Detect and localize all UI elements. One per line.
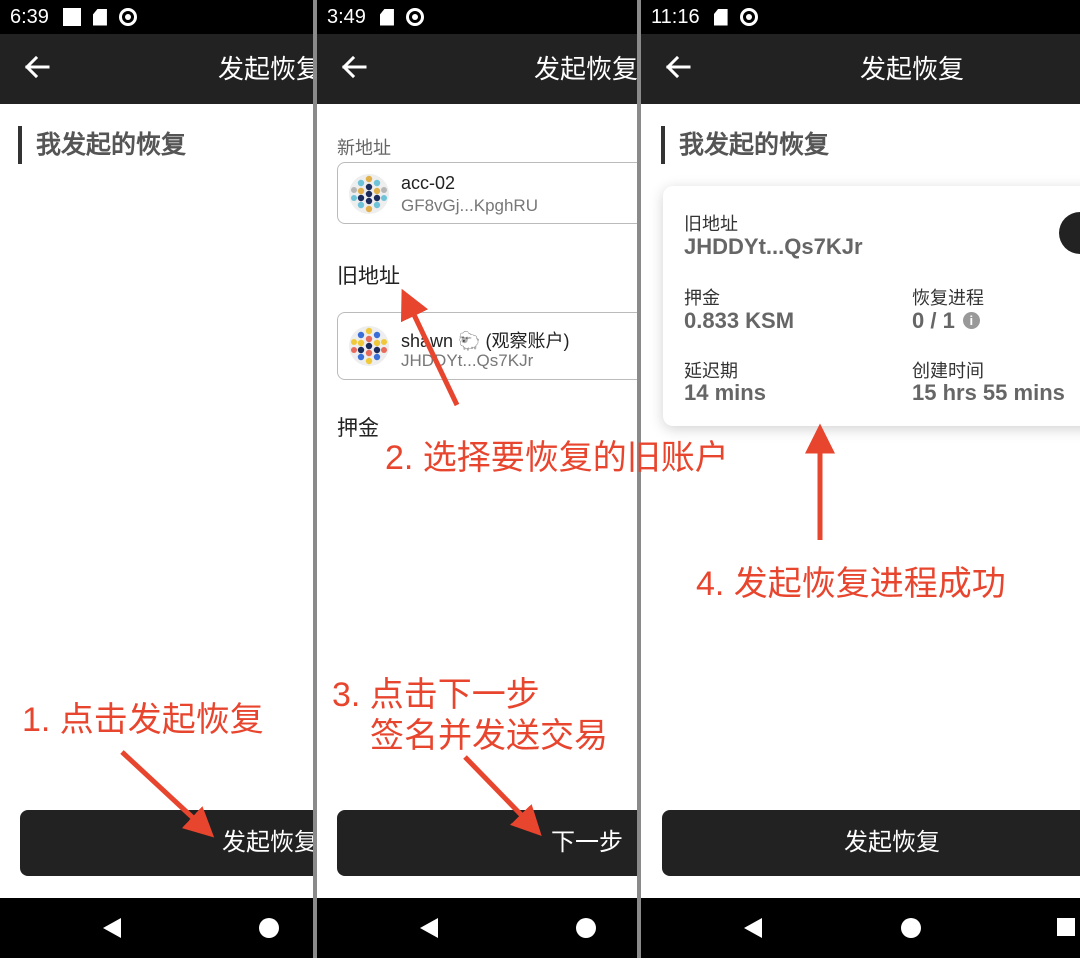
new-address-label: 新地址 <box>337 138 391 158</box>
annotation-step2: 2. 选择要恢复的旧账户 <box>385 439 729 477</box>
back-arrow-icon[interactable] <box>663 52 693 82</box>
system-nav-bar <box>317 898 637 958</box>
sd-card-icon <box>379 8 394 26</box>
nav-back-icon[interactable] <box>744 918 762 938</box>
back-arrow-icon[interactable] <box>339 52 369 82</box>
status-bar: 11:16 <box>641 0 1080 34</box>
created-value: 15 hrs 55 mins <box>912 380 1065 405</box>
sync-icon <box>118 8 137 26</box>
status-time: 6:39 <box>10 5 49 28</box>
system-nav-bar <box>0 898 313 958</box>
status-time: 3:49 <box>327 5 366 28</box>
old-address-label: 旧地址 <box>684 214 738 234</box>
panel-step4: 11:16 发起恢复 我发起的恢复 旧地址 JHDDYt...Qs7KJr 押金… <box>641 0 1080 958</box>
app-bar: 发起恢复 <box>317 34 637 104</box>
status-bar: 3:49 <box>317 0 637 34</box>
deposit-value: 0.833 KSM <box>684 308 795 333</box>
sd-card-icon <box>713 8 728 26</box>
status-bar: 6:39 <box>0 0 313 34</box>
app-bar: 发起恢复 <box>0 34 313 104</box>
delay-value: 14 mins <box>684 380 766 405</box>
progress-value: 0 / 1 <box>912 308 955 333</box>
section-title: 我发起的恢复 <box>661 126 829 164</box>
account-name: shawn 🐑 (观察账户) <box>401 331 570 351</box>
section-title: 我发起的恢复 <box>18 126 186 164</box>
back-arrow-icon[interactable] <box>22 52 52 82</box>
account-name: acc-02 <box>401 173 456 193</box>
progress-label: 恢复进程 <box>912 288 984 308</box>
deposit-label: 押金 <box>684 288 720 308</box>
nav-home-icon[interactable] <box>576 918 596 938</box>
deposit-label: 押金 <box>337 417 379 440</box>
nav-home-icon[interactable] <box>901 918 921 938</box>
old-address-label: 旧地址 <box>337 265 400 288</box>
initiate-recovery-button[interactable]: 发起恢复 <box>662 810 1080 876</box>
sync-icon <box>739 8 758 26</box>
panel-step1: 6:39 发起恢复 我发起的恢复 发起恢复 <box>0 0 313 958</box>
next-step-button[interactable]: 下一步 <box>337 810 637 876</box>
old-address-value: JHDDYt...Qs7KJr <box>684 234 863 259</box>
nav-back-icon[interactable] <box>103 918 121 938</box>
annotation-step4: 4. 发起恢复进程成功 <box>696 565 1006 603</box>
app-bar: 发起恢复 <box>641 34 1080 104</box>
annotation-step1: 1. 点击发起恢复 <box>22 701 264 739</box>
card-action-chip[interactable] <box>1059 212 1080 254</box>
system-nav-bar <box>641 898 1080 958</box>
identicon-avatar <box>349 174 389 214</box>
sync-icon <box>405 8 424 26</box>
annotation-step3-line2: 签名并发送交易 <box>370 717 608 755</box>
page-title: 发起恢复 <box>218 54 313 84</box>
progress-value-wrap: 0 / 1 i <box>912 308 980 334</box>
identicon-avatar <box>349 326 389 366</box>
info-icon[interactable]: i <box>962 312 980 329</box>
initiate-recovery-button[interactable]: 发起恢复 <box>20 810 313 876</box>
sd-card-icon <box>92 8 107 26</box>
page-title: 发起恢复 <box>860 54 965 84</box>
nav-back-icon[interactable] <box>420 918 438 938</box>
panel-step2: 3:49 发起恢复 新地址 acc-02 GF8vGj...KpghRU 旧地址… <box>317 0 637 958</box>
notification-icon <box>62 8 81 26</box>
account-address: JHDDYt...Qs7KJr <box>401 351 534 370</box>
recovery-card[interactable]: 旧地址 JHDDYt...Qs7KJr 押金 0.833 KSM 恢复进程 0 … <box>663 186 1080 426</box>
nav-recents-icon[interactable] <box>1057 918 1075 936</box>
page-title: 发起恢复 <box>534 54 637 84</box>
new-address-selector[interactable]: acc-02 GF8vGj...KpghRU <box>337 162 637 224</box>
status-time: 11:16 <box>651 5 700 28</box>
nav-home-icon[interactable] <box>259 918 279 938</box>
old-address-selector[interactable]: shawn 🐑 (观察账户) JHDDYt...Qs7KJr <box>337 312 637 380</box>
account-address: GF8vGj...KpghRU <box>401 196 538 215</box>
